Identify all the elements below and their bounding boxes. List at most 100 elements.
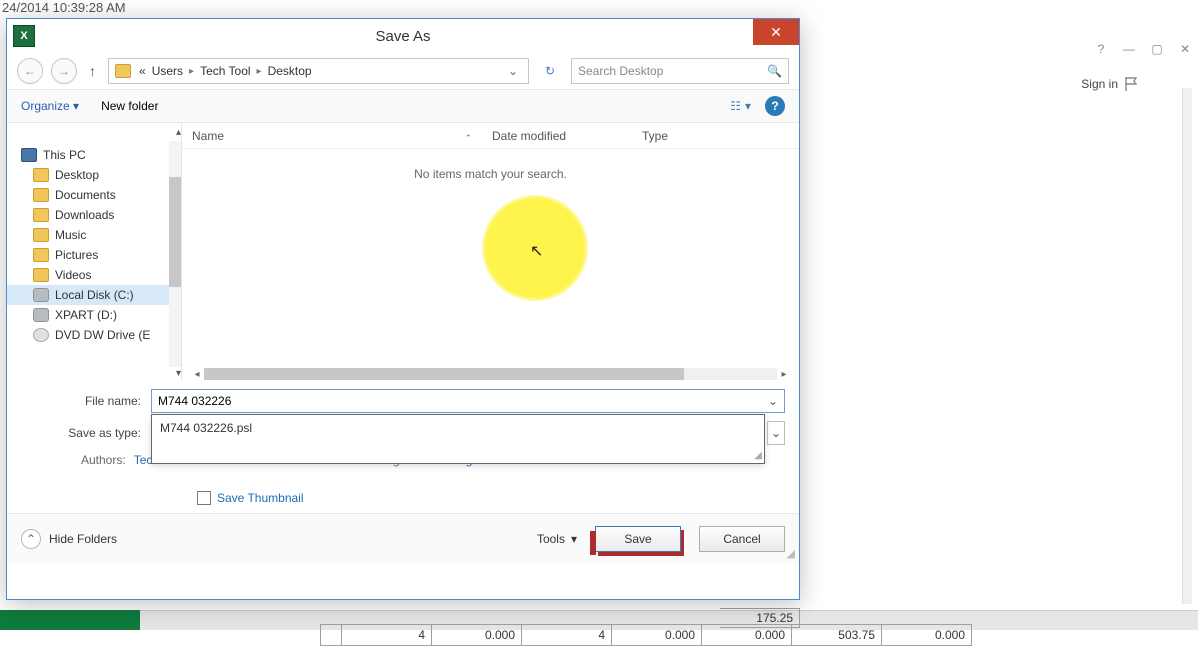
nav-music[interactable]: Music (7, 225, 181, 245)
cell[interactable]: 0.000 (702, 624, 792, 646)
save-button[interactable]: Save (595, 526, 681, 552)
restore-icon[interactable]: ▢ (1148, 40, 1166, 58)
excel-bottom-area: 175.25 4 0.000 4 0.000 0.000 503.75 0.00… (0, 605, 1198, 650)
nav-videos[interactable]: Videos (7, 265, 181, 285)
nav-pictures[interactable]: Pictures (7, 245, 181, 265)
column-label: Name (192, 129, 224, 143)
cell[interactable]: 4 (522, 624, 612, 646)
search-placeholder: Search Desktop (578, 64, 663, 78)
horizontal-scrollbar[interactable]: ◂ ▸ (190, 367, 791, 381)
nav-dvd-drive[interactable]: DVD DW Drive (E (7, 325, 181, 345)
cancel-button[interactable]: Cancel (699, 526, 785, 552)
new-folder-button[interactable]: New folder (101, 99, 158, 113)
scroll-down-icon[interactable]: ▾ (176, 368, 181, 379)
view-icon: ☷ (730, 99, 741, 113)
address-dropdown[interactable]: ⌄ (504, 64, 522, 78)
excel-vertical-scrollbar[interactable] (1182, 88, 1192, 604)
cursor-icon: ↖ (530, 241, 543, 261)
cell[interactable]: 0.000 (432, 624, 522, 646)
sign-in-label: Sign in (1081, 77, 1118, 91)
forward-button[interactable]: → (51, 58, 77, 84)
autocomplete-item[interactable]: M744 032226.psl (160, 421, 252, 435)
search-icon: 🔍 (767, 64, 782, 78)
breadcrumb-item[interactable]: Desktop (268, 64, 312, 78)
nav-this-pc[interactable]: This PC (7, 145, 181, 165)
save-as-dialog: X Save As ✕ ← → ↑ « Users ▸ Tech Tool ▸ … (6, 18, 800, 600)
organize-label: Organize (21, 99, 70, 113)
breadcrumb-item[interactable]: Users (152, 64, 183, 78)
minimize-icon[interactable]: — (1120, 40, 1138, 58)
cell[interactable]: 503.75 (792, 624, 882, 646)
empty-message: No items match your search. (182, 167, 799, 181)
form-area: File name: M744 032226 ⌄ M744 032226.psl… (7, 381, 799, 505)
file-list-pane: Name⌃ Date modified Type No items match … (182, 123, 799, 381)
up-button[interactable]: ↑ (85, 63, 100, 79)
hide-folders-button[interactable]: ⌃ Hide Folders (21, 529, 117, 549)
save-thumbnail-label: Save Thumbnail (217, 491, 304, 505)
cell[interactable] (320, 624, 342, 646)
disk-icon (33, 308, 49, 322)
help-icon[interactable]: ? (1092, 40, 1110, 58)
nav-scrollbar-thumb[interactable] (169, 177, 181, 287)
filename-input[interactable]: M744 032226 ⌄ M744 032226.psl ◢ (151, 389, 785, 413)
filename-label: File name: (21, 394, 151, 408)
save-thumbnail-checkbox[interactable] (197, 491, 211, 505)
column-date-modified[interactable]: Date modified (482, 129, 632, 143)
filename-value: M744 032226 (158, 394, 231, 408)
dialog-body: ▴ ▾ This PC Desktop Documents Downloads … (7, 123, 799, 381)
nav-label: This PC (43, 148, 86, 162)
folder-icon (33, 268, 49, 282)
filename-row: File name: M744 032226 ⌄ M744 032226.psl… (21, 389, 785, 413)
disk-icon (33, 288, 49, 302)
dialog-resize-grip-icon[interactable]: ◢ (787, 547, 795, 560)
close-button[interactable]: ✕ (753, 19, 799, 45)
refresh-button[interactable]: ↻ (537, 58, 563, 84)
chevron-down-icon: ▾ (73, 99, 79, 113)
column-name[interactable]: Name⌃ (182, 129, 482, 143)
chevron-down-icon: ▾ (745, 99, 751, 113)
nav-local-disk-c[interactable]: Local Disk (C:) (7, 285, 181, 305)
address-bar[interactable]: « Users ▸ Tech Tool ▸ Desktop ⌄ (108, 58, 529, 84)
nav-label: Local Disk (C:) (55, 288, 134, 302)
chevron-down-icon[interactable]: ⌄ (764, 392, 782, 410)
scroll-up-icon[interactable]: ▴ (176, 127, 181, 138)
nav-xpart-d[interactable]: XPART (D:) (7, 305, 181, 325)
cell[interactable]: 0.000 (612, 624, 702, 646)
cell[interactable]: 4 (342, 624, 432, 646)
chevron-up-icon: ⌃ (21, 529, 41, 549)
organize-menu[interactable]: Organize ▾ (21, 99, 79, 113)
chevron-right-icon[interactable]: ▸ (257, 66, 262, 77)
cd-icon (33, 328, 49, 342)
hide-folders-label: Hide Folders (49, 532, 117, 546)
tools-label: Tools (537, 532, 565, 546)
resize-grip-icon[interactable]: ◢ (754, 450, 762, 461)
nav-downloads[interactable]: Downloads (7, 205, 181, 225)
navigation-pane: ▴ ▾ This PC Desktop Documents Downloads … (7, 123, 182, 381)
nav-label: Downloads (55, 208, 114, 222)
nav-desktop[interactable]: Desktop (7, 165, 181, 185)
nav-documents[interactable]: Documents (7, 185, 181, 205)
scroll-right-icon[interactable]: ▸ (777, 367, 791, 381)
sheet-row: 4 0.000 4 0.000 0.000 503.75 0.000 (320, 624, 1198, 650)
close-icon[interactable]: ✕ (1176, 40, 1194, 58)
breadcrumb-item[interactable]: Tech Tool (200, 64, 250, 78)
pc-icon (21, 148, 37, 162)
search-input[interactable]: Search Desktop 🔍 (571, 58, 789, 84)
help-button[interactable]: ? (765, 96, 785, 116)
cell[interactable]: 0.000 (882, 624, 972, 646)
back-button[interactable]: ← (17, 58, 43, 84)
sign-in-link[interactable]: Sign in (1081, 76, 1140, 92)
chevron-right-icon[interactable]: ▸ (189, 66, 194, 77)
tools-menu[interactable]: Tools ▾ (537, 532, 577, 546)
scrollbar-thumb[interactable] (204, 368, 684, 380)
column-type[interactable]: Type (632, 129, 742, 143)
scrollbar-track[interactable] (204, 368, 777, 380)
filename-autocomplete[interactable]: M744 032226.psl ◢ (151, 414, 765, 464)
scroll-left-icon[interactable]: ◂ (190, 367, 204, 381)
nav-label: Desktop (55, 168, 99, 182)
titlebar: X Save As ✕ (7, 19, 799, 53)
chevron-down-icon: ▾ (571, 532, 577, 546)
view-options-button[interactable]: ☷ ▾ (730, 99, 751, 113)
saveastype-dropdown-button[interactable]: ⌄ (767, 421, 785, 445)
authors-label: Authors: (81, 453, 126, 467)
